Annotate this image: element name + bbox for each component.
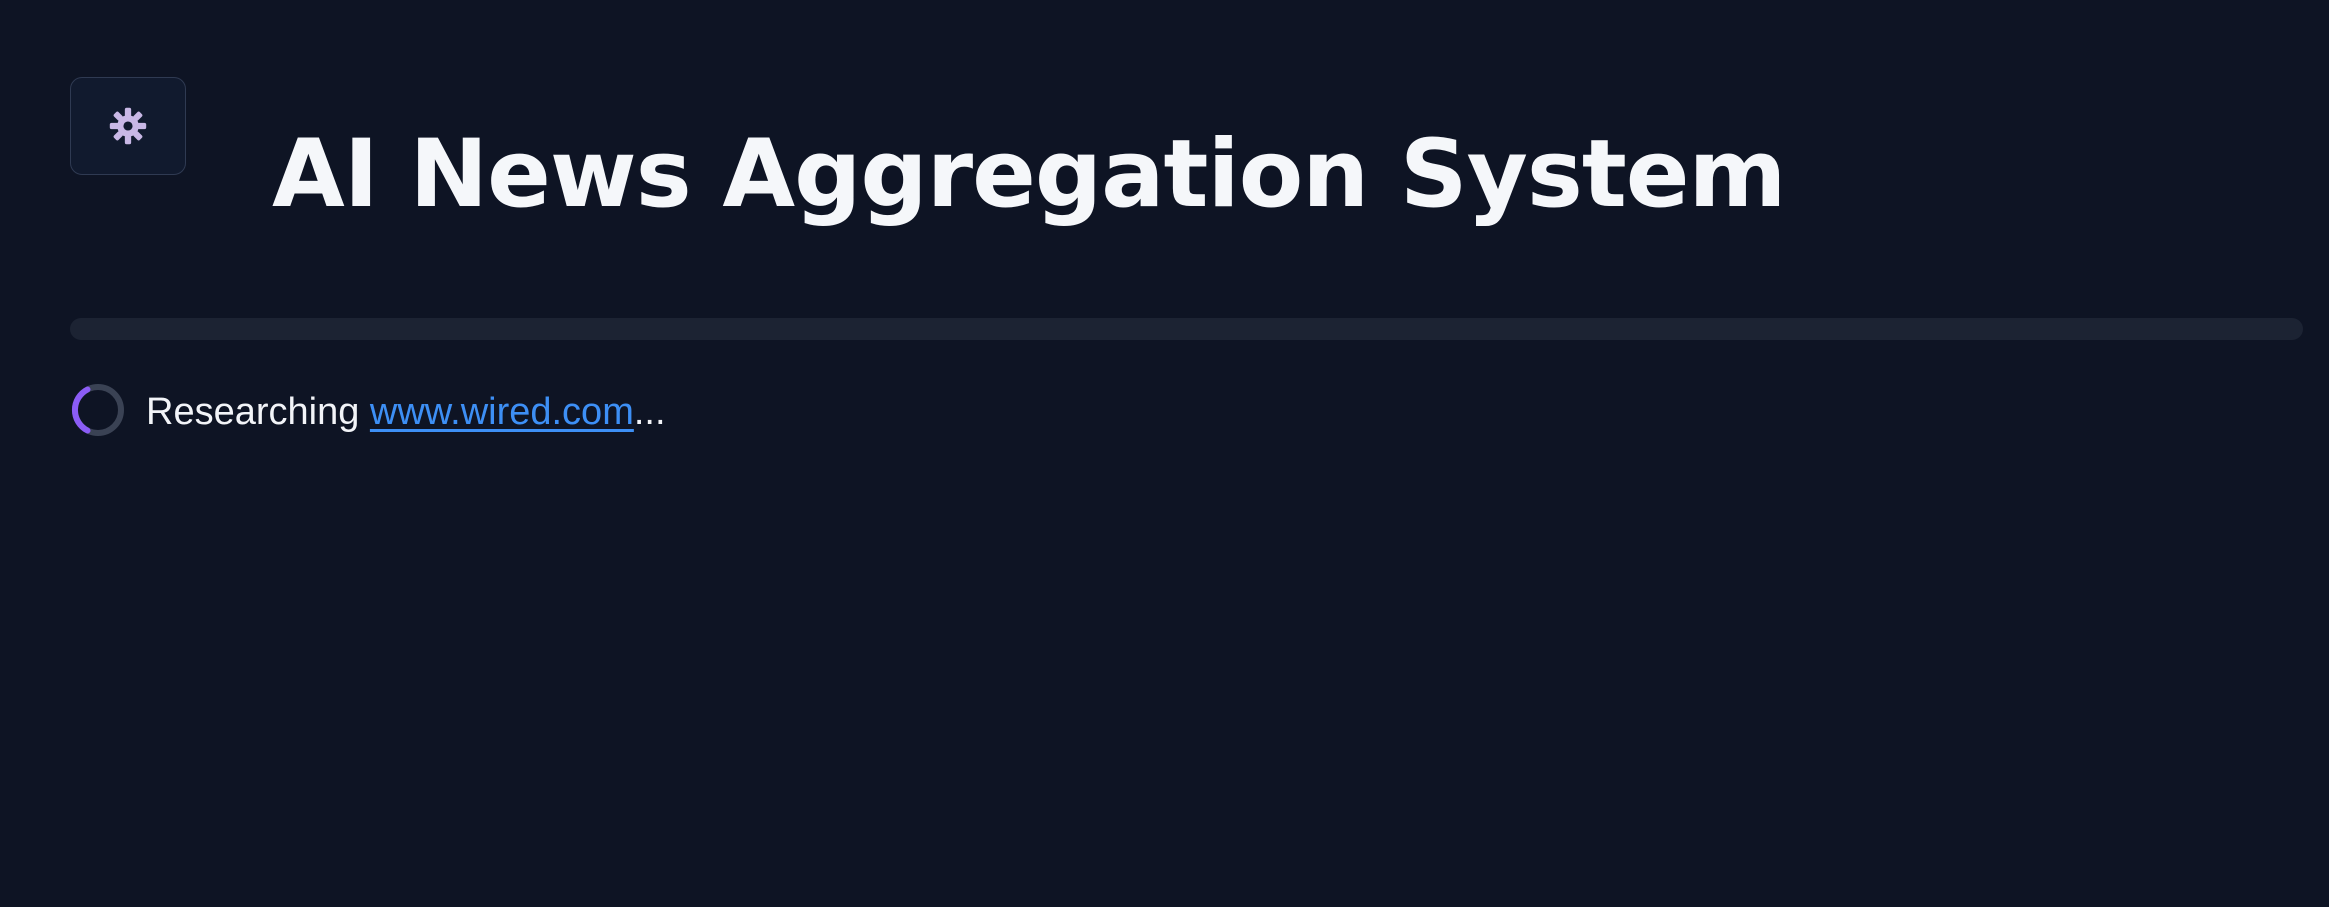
loading-spinner-icon: [70, 382, 146, 443]
gear-icon: [107, 105, 149, 147]
page-title: AI News Aggregation System: [272, 120, 1786, 229]
app-page: AI News Aggregation System Researching w…: [0, 0, 2329, 907]
status-link[interactable]: www.wired.com: [370, 391, 634, 433]
settings-button[interactable]: [70, 77, 186, 175]
status-suffix: ...: [633, 390, 666, 433]
status-prefix: Researching: [146, 390, 370, 433]
status-row: Researching www.wired.com...: [70, 382, 666, 443]
status-message: Researching www.wired.com...: [146, 391, 666, 434]
progress-bar: [70, 318, 2303, 340]
